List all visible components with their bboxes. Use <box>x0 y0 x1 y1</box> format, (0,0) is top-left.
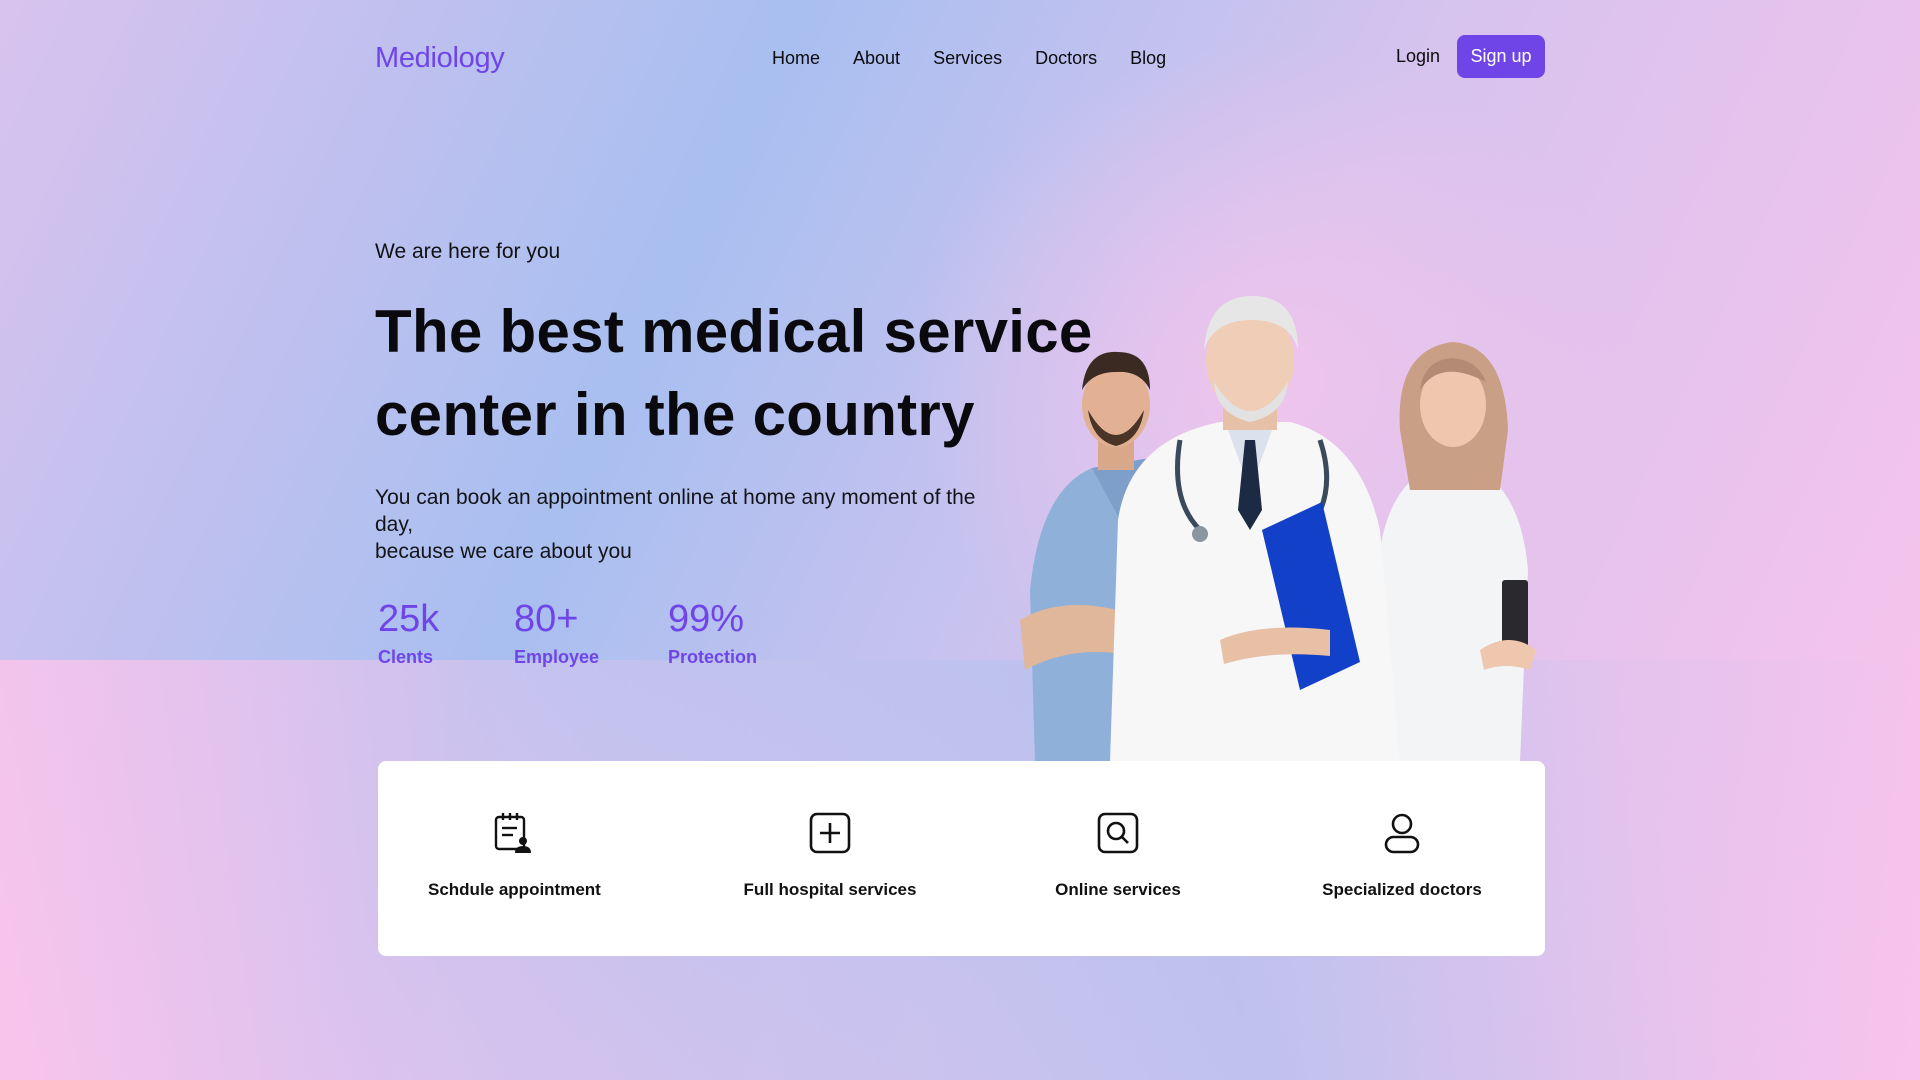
nav-doctors-link[interactable]: Doctors <box>1035 48 1097 69</box>
nav-blog-link[interactable]: Blog <box>1130 48 1166 69</box>
service-label: Full hospital services <box>743 880 917 899</box>
calendar-user-icon <box>494 813 531 853</box>
services-card: Schdule appointment Full hospital servic… <box>378 761 1545 956</box>
brand-logo[interactable]: Mediology <box>375 42 505 75</box>
service-label: Specialized doctors <box>1322 880 1482 899</box>
service-label: Online services <box>1055 880 1181 899</box>
hero-section: We are here for you The best medical ser… <box>375 240 1135 565</box>
stat-employees: 80+ Employee <box>514 597 668 668</box>
service-schedule-appointment[interactable]: Schdule appointment <box>428 811 601 900</box>
stat-protection: 99% Protection <box>668 597 757 668</box>
hero-subtitle: You can book an appointment online at ho… <box>375 484 1015 565</box>
hero-kicker: We are here for you <box>375 240 561 263</box>
plus-square-icon <box>809 812 851 854</box>
nav-home-link[interactable]: Home <box>772 48 820 69</box>
service-online[interactable]: Online services <box>1048 811 1188 900</box>
hero-title: The best medical service center in the c… <box>375 290 1135 456</box>
login-link[interactable]: Login <box>1396 46 1440 67</box>
signup-button[interactable]: Sign up <box>1457 35 1545 78</box>
stat-label: Clents <box>378 647 434 667</box>
top-navigation: Mediology Home About Services Doctors Bl… <box>375 34 1545 80</box>
stat-value: 25k <box>378 598 440 640</box>
search-square-icon <box>1097 812 1139 854</box>
user-icon <box>1384 813 1420 854</box>
hero-title-line-2: center in the country <box>375 381 975 448</box>
service-label: Schdule appointment <box>428 880 601 899</box>
stat-clients: 25k Clents <box>378 597 514 668</box>
hero-subtitle-line-2: because we care about you <box>375 540 632 563</box>
hero-subtitle-line-1: You can book an appointment online at ho… <box>375 486 976 536</box>
doctor-right-figure <box>1380 342 1536 762</box>
stat-label: Protection <box>668 647 758 667</box>
hero-title-line-1: The best medical service <box>375 298 1093 365</box>
nav-services-link[interactable]: Services <box>933 48 1002 69</box>
stat-value: 99% <box>668 598 745 640</box>
main-menu: Home About Services Doctors Blog <box>772 48 1199 69</box>
stats-row: 25k Clents 80+ Employee 99% Protection <box>378 597 757 668</box>
stat-value: 80+ <box>514 598 579 640</box>
service-full-hospital[interactable]: Full hospital services <box>735 811 925 900</box>
doctor-center-figure <box>1110 296 1400 762</box>
nav-about-link[interactable]: About <box>853 48 900 69</box>
service-specialized-doctors[interactable]: Specialized doctors <box>1322 811 1482 900</box>
stat-label: Employee <box>514 647 600 667</box>
